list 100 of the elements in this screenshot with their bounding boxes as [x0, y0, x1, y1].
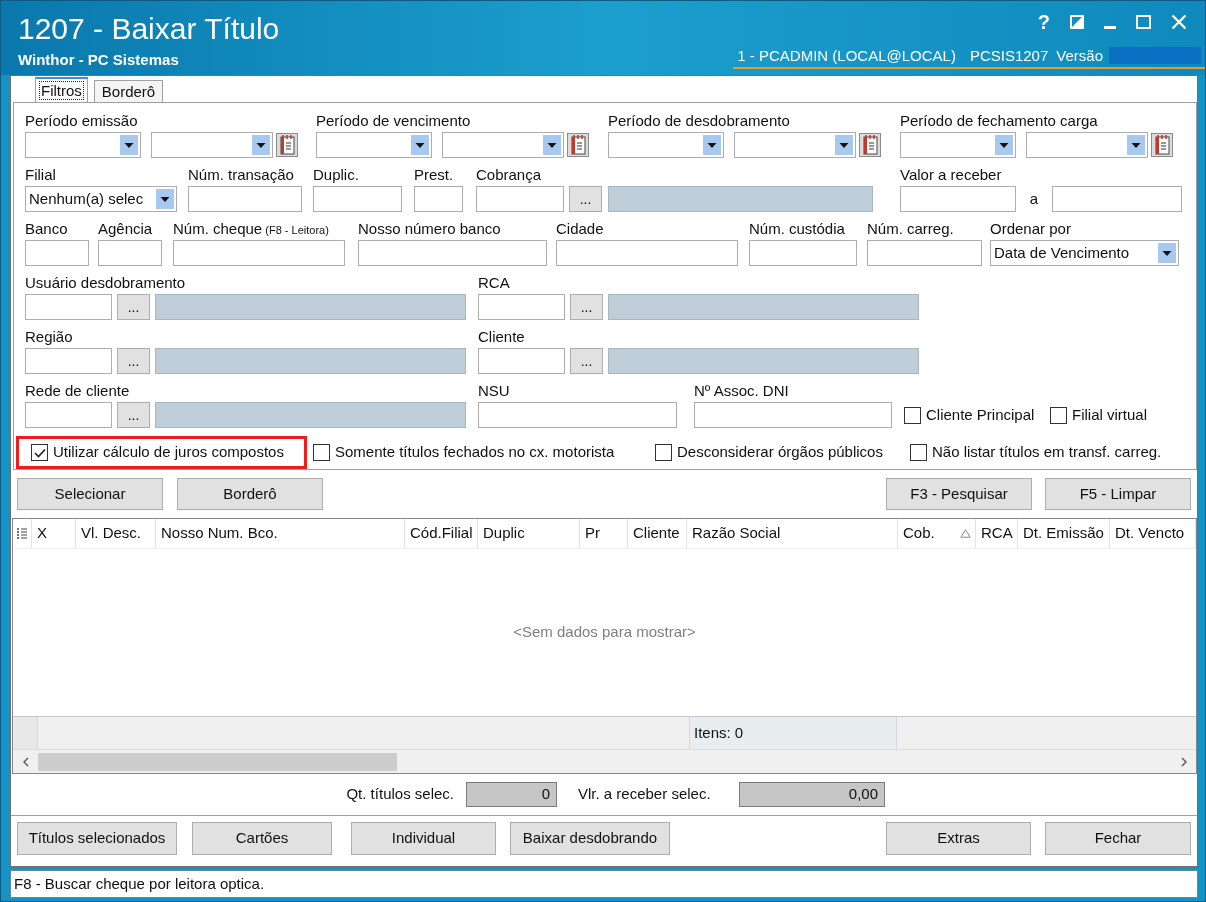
action-button[interactable]: Borderô — [177, 478, 323, 510]
column-header[interactable]: X — [32, 519, 76, 548]
text-field[interactable] — [188, 186, 302, 212]
text-field[interactable] — [358, 240, 547, 266]
tab[interactable]: Filtros — [35, 77, 88, 102]
dropdown-field[interactable] — [1026, 132, 1148, 158]
field-label: Cobrança — [476, 166, 543, 184]
maximize-icon[interactable] — [1136, 15, 1151, 29]
dropdown-field[interactable]: Nenhum(a) selec — [25, 186, 177, 212]
action-button[interactable]: Selecionar — [17, 478, 163, 510]
checkbox[interactable] — [655, 444, 672, 461]
field-label: Região — [25, 328, 74, 346]
calendar-icon[interactable] — [859, 133, 881, 157]
text-field[interactable] — [25, 348, 112, 374]
lookup-button[interactable]: ... — [117, 294, 150, 320]
dropdown-field[interactable] — [151, 132, 273, 158]
checkbox-label[interactable]: Desconsiderar órgãos públicos — [677, 441, 883, 464]
field-label: Banco — [25, 220, 69, 238]
text-field[interactable] — [478, 294, 565, 320]
checkbox[interactable] — [313, 444, 330, 461]
field-label: Ordenar por — [990, 220, 1072, 238]
dropdown-field[interactable] — [316, 132, 432, 158]
column-header[interactable]: Dt. Vencto — [1110, 519, 1196, 548]
text-field[interactable] — [478, 348, 565, 374]
field-label: RCA — [478, 274, 511, 292]
text-field[interactable] — [25, 240, 89, 266]
footer-button[interactable]: Fechar — [1045, 822, 1191, 855]
minimize-icon[interactable] — [1104, 25, 1116, 29]
text-field[interactable] — [25, 402, 112, 428]
action-button[interactable]: F5 - Limpar — [1045, 478, 1191, 510]
field-label: Núm. cheque (F8 - Leitora) — [173, 220, 330, 238]
field-label: Período emissão — [25, 112, 139, 130]
lookup-button[interactable]: ... — [570, 294, 603, 320]
field-label: Valor a receber — [900, 166, 1003, 184]
checkbox[interactable] — [1050, 406, 1067, 424]
window-title: 1207 - Baixar Título — [18, 12, 280, 46]
column-header[interactable]: Duplic — [478, 519, 580, 548]
text-field[interactable] — [749, 240, 857, 266]
dropdown-field[interactable] — [900, 132, 1016, 158]
text-field[interactable] — [98, 240, 162, 266]
footer-button[interactable]: Cartões — [192, 822, 332, 855]
help-button[interactable]: ? — [1037, 12, 1050, 32]
column-header[interactable]: Vl. Desc. — [76, 519, 156, 548]
text-field[interactable] — [414, 186, 463, 212]
footer-button[interactable]: Extras — [886, 822, 1031, 855]
text-field[interactable] — [25, 294, 112, 320]
text-field[interactable] — [867, 240, 982, 266]
text-field[interactable] — [313, 186, 402, 212]
text-field[interactable] — [556, 240, 738, 266]
calendar-icon[interactable] — [1151, 133, 1173, 157]
footer-button[interactable]: Individual — [351, 822, 496, 855]
text-field[interactable] — [173, 240, 345, 266]
column-header[interactable]: Dt. Emissão — [1018, 519, 1110, 548]
field-label: Núm. carreg. — [867, 220, 955, 238]
checkbox-label[interactable]: Utilizar cálculo de juros compostos — [53, 441, 284, 464]
text-field[interactable] — [694, 402, 892, 428]
checkbox[interactable] — [31, 444, 48, 461]
field-label: Cidade — [556, 220, 605, 238]
text-field[interactable] — [1052, 186, 1182, 212]
lookup-button[interactable]: ... — [117, 402, 150, 428]
half-filled-square-icon[interactable] — [1070, 15, 1084, 29]
action-button[interactable]: F3 - Pesquisar — [886, 478, 1032, 510]
window-subtitle: Winthor - PC Sistemas — [18, 50, 180, 70]
column-header[interactable]: Razão Social — [687, 519, 898, 548]
footer-button[interactable]: Títulos selecionados — [17, 822, 177, 855]
checkbox[interactable] — [910, 444, 927, 461]
footer-button[interactable]: Baixar desdobrando — [510, 822, 670, 855]
checkbox-label[interactable]: Não listar títulos em transf. carreg. — [932, 441, 1162, 464]
column-header[interactable]: Pr — [580, 519, 628, 548]
summary-value-field: 0 — [466, 782, 557, 807]
checkbox[interactable] — [904, 406, 921, 424]
column-header[interactable]: Cliente — [628, 519, 687, 548]
chevron-right-icon[interactable] — [1180, 756, 1187, 767]
session-info: 1 - PCADMIN (LOCAL@LOCAL) — [737, 45, 956, 66]
calendar-icon[interactable] — [567, 133, 589, 157]
dropdown-field[interactable] — [734, 132, 856, 158]
column-header[interactable]: Nosso Num. Bco. — [156, 519, 405, 548]
tab[interactable]: Borderô — [93, 80, 164, 102]
lookup-button[interactable]: ... — [117, 348, 150, 374]
checkbox-label[interactable]: Somente títulos fechados no cx. motorista — [335, 441, 615, 464]
checkbox-label[interactable]: Filial virtual — [1072, 403, 1147, 427]
lookup-button[interactable]: ... — [569, 186, 602, 212]
column-header[interactable]: Cob. — [898, 519, 976, 548]
checkbox-label[interactable]: Cliente Principal — [926, 403, 1035, 427]
scrollbar-thumb[interactable] — [38, 752, 397, 771]
sort-ascending-icon[interactable] — [960, 529, 971, 538]
list-icon[interactable] — [17, 527, 27, 540]
chevron-left-icon[interactable] — [22, 756, 29, 767]
calendar-icon[interactable] — [276, 133, 298, 157]
close-icon[interactable] — [1171, 14, 1187, 30]
lookup-button[interactable]: ... — [570, 348, 603, 374]
dropdown-field[interactable] — [608, 132, 724, 158]
text-field[interactable] — [478, 402, 677, 428]
column-header[interactable]: RCA — [976, 519, 1018, 548]
text-field[interactable] — [900, 186, 1016, 212]
dropdown-field[interactable]: Data de Vencimento — [990, 240, 1179, 266]
text-field[interactable] — [476, 186, 564, 212]
dropdown-field[interactable] — [442, 132, 564, 158]
dropdown-field[interactable] — [25, 132, 141, 158]
column-header[interactable]: Cód.Filial — [405, 519, 478, 548]
